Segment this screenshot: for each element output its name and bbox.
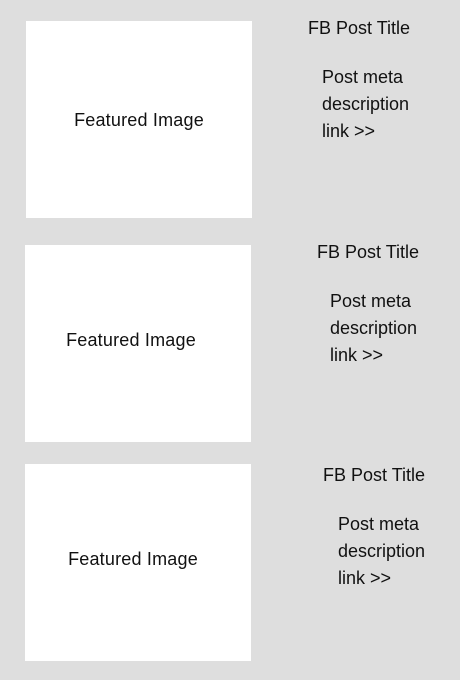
featured-image-placeholder: Featured Image — [26, 21, 252, 218]
post-meta-line: description — [322, 94, 410, 114]
post-meta-line: description — [338, 541, 426, 561]
post-meta-link[interactable]: link >> — [338, 565, 425, 592]
post-meta: Post meta description link >> — [322, 64, 409, 145]
post-meta: Post meta description link >> — [338, 511, 425, 592]
post-meta-line: Post meta — [322, 67, 404, 87]
post-meta-link[interactable]: link >> — [322, 118, 409, 145]
featured-image-label: Featured Image — [68, 549, 198, 569]
post-meta-link[interactable]: link >> — [330, 342, 417, 369]
featured-image-label: Featured Image — [74, 110, 204, 130]
post-card-1: Featured Image FB Post Title Post meta d… — [0, 0, 460, 230]
featured-image-placeholder: Featured Image — [25, 464, 251, 661]
featured-image-placeholder: Featured Image — [25, 245, 251, 442]
post-meta-line: description — [330, 318, 418, 338]
featured-image-label: Featured Image — [66, 330, 196, 350]
post-meta-line: Post meta — [330, 291, 412, 311]
post-meta-line: Post meta — [338, 514, 420, 534]
post-title: FB Post Title — [308, 18, 411, 38]
post-meta: Post meta description link >> — [330, 288, 417, 369]
post-title: FB Post Title — [317, 242, 420, 262]
post-card-3: Featured Image FB Post Title Post meta d… — [0, 452, 460, 680]
post-title: FB Post Title — [323, 465, 426, 485]
post-card-2: Featured Image FB Post Title Post meta d… — [0, 230, 460, 452]
